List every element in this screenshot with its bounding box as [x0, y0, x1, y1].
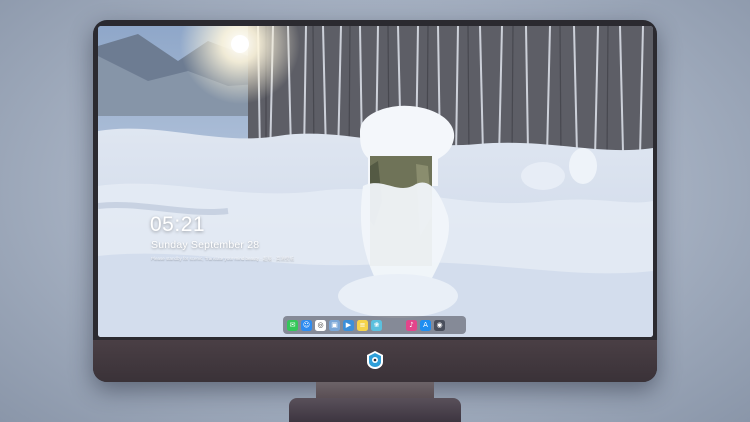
lock-clock-date: Sunday September 28 [151, 239, 260, 251]
dock-camera-icon[interactable]: ◉ [434, 319, 445, 331]
brand-logo-icon [367, 351, 383, 369]
dock-safari-icon[interactable]: ◎ [315, 319, 326, 331]
lock-clock-time: 05:21 [150, 213, 206, 236]
dock-preview-icon[interactable]: ▣ [329, 319, 340, 331]
desktop-screen: 05:21 Sunday September 28 Please standby… [98, 26, 653, 337]
dock-notes-icon[interactable]: ≡ [357, 319, 368, 331]
dock: ✉ ☺ ◎ ▣ ▶ ≡ ❀ ♪ A ◉ [283, 316, 466, 334]
lock-subtitle: Please standby for scenic, Translate you… [151, 256, 295, 261]
dock-messages-icon[interactable]: ✉ [287, 319, 298, 331]
dock-music-icon[interactable]: ♪ [406, 319, 417, 331]
dock-app-store-icon[interactable]: A [420, 319, 431, 331]
wallpaper-snow-forest [98, 26, 653, 337]
dock-photos-icon[interactable]: ❀ [371, 319, 382, 331]
dock-movies-icon[interactable]: ▶ [343, 319, 354, 331]
dock-finder-icon[interactable]: ☺ [301, 319, 312, 331]
monitor-stand-base [289, 398, 461, 422]
